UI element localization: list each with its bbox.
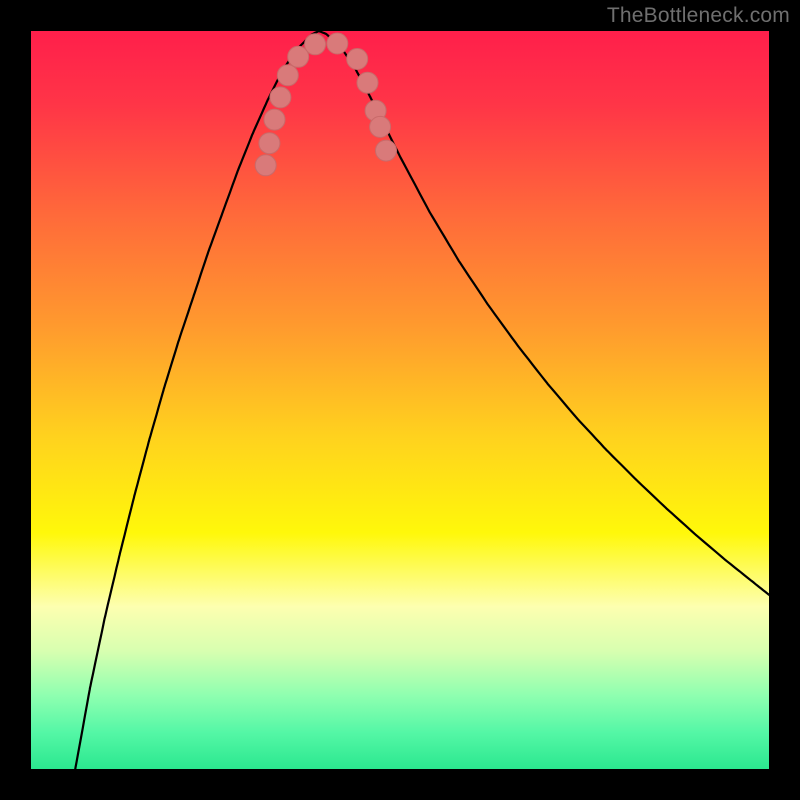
highlight-point (305, 34, 326, 55)
watermark-text: TheBottleneck.com (607, 4, 790, 28)
plot-svg (31, 31, 769, 769)
highlight-point (264, 109, 285, 130)
plot-area (31, 31, 769, 769)
highlight-point (270, 87, 291, 108)
highlight-point (277, 65, 298, 86)
gradient-background (31, 31, 769, 769)
highlight-point (370, 116, 391, 137)
highlight-point (255, 155, 276, 176)
highlight-point (357, 72, 378, 93)
highlight-point (327, 33, 348, 54)
highlight-point (347, 49, 368, 70)
highlight-point (376, 140, 397, 161)
highlight-point (259, 133, 280, 154)
outer-frame: TheBottleneck.com (0, 0, 800, 800)
